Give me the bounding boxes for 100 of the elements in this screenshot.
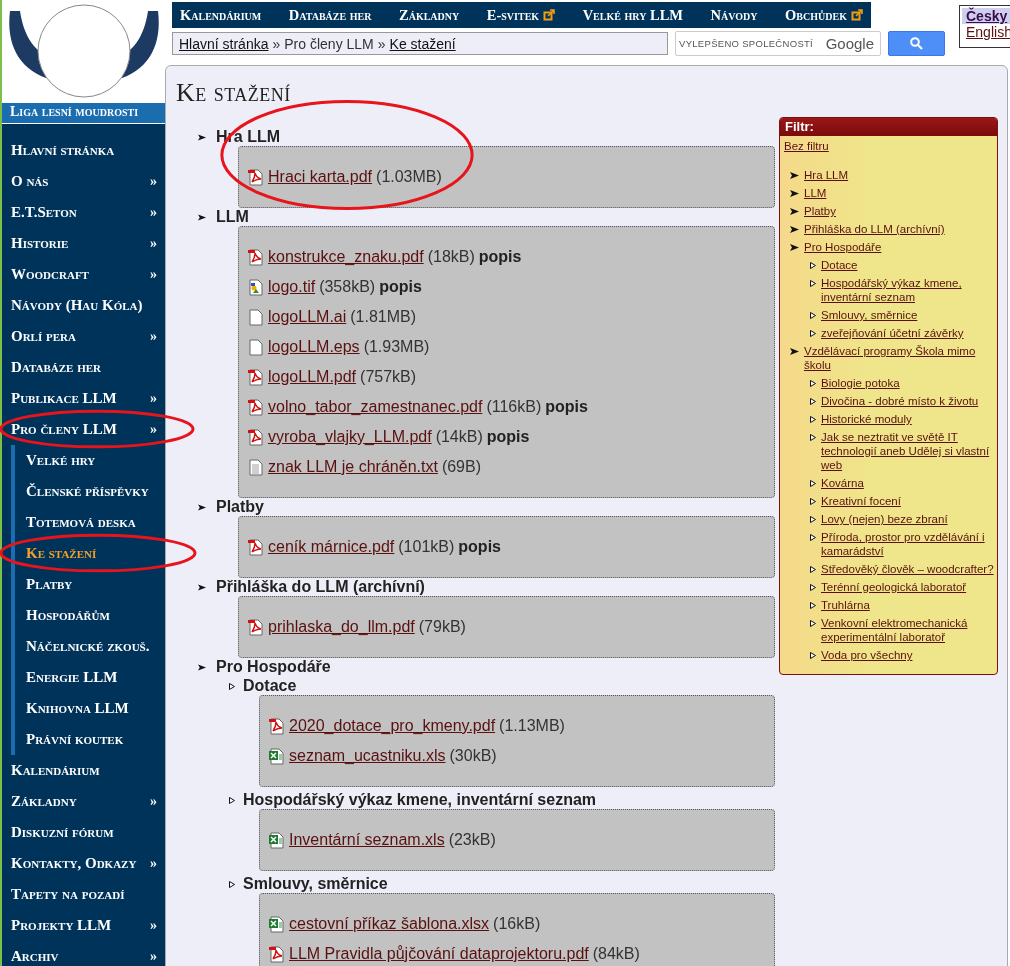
filter-link[interactable]: Přihláška do LLM (archívní) [804, 222, 945, 236]
nav-link[interactable]: Základny [393, 6, 466, 24]
bullet-triangle-icon [810, 480, 816, 487]
sidebar-item[interactable]: Databáze her [2, 352, 165, 383]
sidebar-item[interactable]: O nás » [2, 166, 165, 197]
file-link[interactable]: logoLLM.pdf [268, 368, 357, 386]
sidebar-item[interactable]: Kontakty, Odkazy » [2, 848, 165, 879]
sidebar-item[interactable]: Historie » [2, 228, 165, 259]
description-link[interactable]: popis [458, 538, 501, 556]
breadcrumb-link[interactable]: Hlavní stránka [179, 35, 269, 52]
bullet-triangle-icon [810, 416, 816, 423]
file-link[interactable]: prihlaska_do_llm.pdf [268, 618, 415, 636]
file-link[interactable]: LLM Pravidla půjčování dataprojektoru.pdf [289, 945, 589, 963]
nav-link[interactable]: Velké hry LLM [576, 6, 690, 24]
file-link[interactable]: konstrukce_znaku.pdf [268, 248, 424, 266]
sidebar-item[interactable]: Diskuzní fórum [2, 817, 165, 848]
sidebar-item[interactable]: Orlí pera » [2, 321, 165, 352]
sidebar-item[interactable]: Hlavní stránka [2, 135, 165, 166]
filter-link[interactable]: zveřejňování účetní závěrky [821, 326, 964, 340]
filter-link[interactable]: Kovárna [821, 476, 864, 490]
nav-link[interactable]: E-svitek [480, 6, 562, 24]
pdf-file-icon [269, 945, 285, 963]
filter-link[interactable]: Kreativní focení [821, 494, 901, 508]
sidebar-item[interactable]: Publikace LLM » [2, 383, 165, 414]
filter-link[interactable]: Historické moduly [821, 412, 912, 426]
sidebar-item[interactable]: Energie LLM [15, 662, 165, 693]
filter-link[interactable]: Platby [804, 204, 836, 218]
filter-link[interactable]: Voda pro všechny [821, 648, 913, 662]
sidebar-item[interactable]: E.T.Seton » [2, 197, 165, 228]
breadcrumb-link[interactable]: Ke stažení [389, 35, 456, 52]
nav-link[interactable]: Databáze her [282, 6, 378, 24]
sidebar-item[interactable]: Platby [15, 569, 165, 600]
filter-link[interactable]: Příroda, prostor pro vzdělávání i kamarádství [821, 530, 997, 558]
sidebar-item[interactable]: Velké hry [15, 445, 165, 476]
sidebar-item[interactable]: Tapety na pozadí [2, 879, 165, 910]
filter-link[interactable]: Lovy (nejen) beze zbraní [821, 512, 948, 526]
file-link[interactable]: Hraci karta.pdf [268, 168, 373, 186]
file-link[interactable]: Inventární seznam.xls [289, 831, 445, 849]
filter-reset-link[interactable]: Bez filtru [784, 140, 829, 152]
site-name: Liga lesní moudrosti [2, 103, 165, 124]
sidebar-item[interactable]: Právní koutek [15, 724, 165, 755]
filter-link[interactable]: Jak se neztratit ve světě IT technologií aneb Udělej si vlastní web [821, 430, 997, 472]
file-link[interactable]: 2020_dotace_pro_kmeny.pdf [289, 717, 496, 735]
sidebar-item[interactable]: Náčelnické zkouš. [15, 631, 165, 662]
breadcrumb-separator: » [272, 35, 281, 52]
sidebar-item[interactable]: Návody (Hau Kóla) [2, 290, 165, 321]
file-link[interactable]: cestovní příkaz šablona.xlsx [289, 915, 490, 933]
filter-link[interactable]: Venkovní elektromechanická experimentální laboratoř [821, 616, 997, 644]
file-link[interactable]: znak LLM je chráněn.txt [268, 458, 438, 476]
filter-link[interactable]: Dotace [821, 258, 858, 272]
filter-link[interactable]: Středověký člověk – woodcrafter? [821, 562, 994, 576]
pdf-file-icon [248, 368, 264, 386]
filter-link[interactable]: Terénní geologická laboratoř [821, 580, 967, 594]
sidebar-item[interactable]: Hospodářům [15, 600, 165, 631]
filter-link[interactable]: Divočina - dobré místo k životu [821, 394, 979, 408]
search-button[interactable] [888, 31, 945, 56]
sidebar-item[interactable]: Členské příspěvky [15, 476, 165, 507]
sidebar-item[interactable]: Kalendárium [2, 755, 165, 786]
sidebar-item[interactable]: Woodcraft » [2, 259, 165, 290]
language-link[interactable]: Česky [962, 8, 1010, 24]
sidebar-item[interactable]: Projekty LLM » [2, 910, 165, 941]
external-link-icon [543, 9, 556, 21]
filter-link[interactable]: Truhlárna [821, 598, 870, 612]
sidebar-item[interactable]: Totemová deska [15, 507, 165, 538]
text-file-icon [248, 458, 264, 476]
sidebar-item[interactable]: Knihovna LLM [15, 693, 165, 724]
filter-link[interactable]: Biologie potoka [821, 376, 900, 390]
file-link[interactable]: ceník márnice.pdf [268, 538, 395, 556]
group-heading: Platby [216, 498, 264, 516]
file-link[interactable]: logo.tif [268, 278, 316, 296]
filter-link[interactable]: Hra LLM [804, 168, 849, 182]
file-size: (69B) [441, 458, 481, 476]
nav-link[interactable]: Návody [704, 6, 764, 24]
bullet-triangle-icon [810, 602, 816, 609]
logo-drawing[interactable] [6, 3, 162, 100]
sidebar-item[interactable]: Základny » [2, 786, 165, 817]
group-heading: LLM [216, 208, 249, 226]
filter-link[interactable]: Vzdělávací programy Škola mimo školu [804, 344, 997, 372]
file-link[interactable]: vyroba_vlajky_LLM.pdf [268, 428, 432, 446]
sidebar-item[interactable]: Archiv » [2, 941, 165, 966]
filter-link[interactable]: Smlouvy, směrnice [821, 308, 918, 322]
filter-link[interactable]: Pro Hospodáře [804, 240, 997, 254]
file-link[interactable]: volno_tabor_zamestnanec.pdf [268, 398, 483, 416]
nav-link[interactable]: Obchůdek [779, 6, 869, 24]
search-icon [910, 37, 923, 50]
file-link[interactable]: seznam_ucastniku.xls [289, 747, 446, 765]
description-link[interactable]: popis [379, 278, 422, 296]
search-field[interactable]: VYLEPŠENO SPOLEČNOSTÍ Google [675, 31, 881, 56]
file-size: (16kB) [493, 915, 541, 933]
filter-link[interactable]: LLM [804, 186, 827, 200]
nav-link[interactable]: Kalendárium [174, 6, 268, 24]
file-link[interactable]: logoLLM.ai [268, 308, 347, 326]
filter-link[interactable]: Hospodářský výkaz kmene, inventární seznam [821, 276, 997, 304]
bullet-triangle-icon [229, 880, 235, 888]
description-link[interactable]: popis [486, 428, 530, 446]
description-link[interactable]: popis [545, 398, 588, 416]
description-link[interactable]: popis [478, 248, 522, 266]
file-link[interactable]: logoLLM.eps [268, 338, 360, 356]
subgroup-heading: Hospodářský výkaz kmene, inventární seznam [243, 791, 597, 809]
group-heading: Pro Hospodáře [216, 658, 331, 676]
